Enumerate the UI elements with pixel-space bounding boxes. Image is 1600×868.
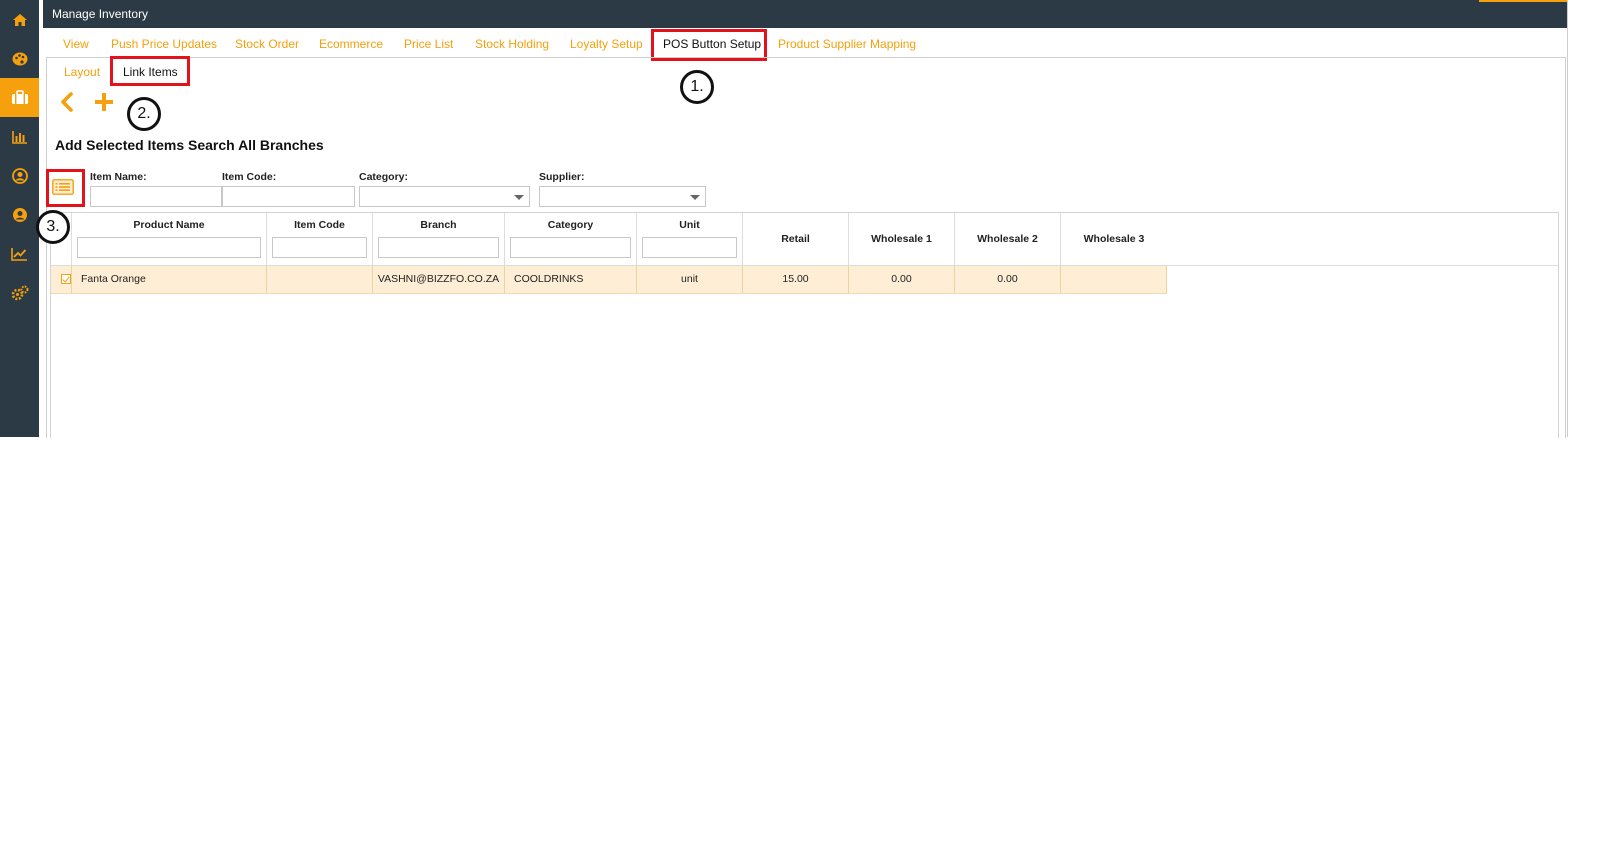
add-button[interactable] [95,93,113,114]
dropdown-caret-icon [514,195,524,200]
sidebar-item-users[interactable] [0,195,39,234]
checkbox-checked-icon[interactable] [61,274,71,284]
unit-filter-input[interactable] [642,237,737,258]
cell-branch: VASHNI@BIZZFO.CO.ZA [373,266,505,293]
sidebar-item-reports[interactable] [0,117,39,156]
title-accent [1479,0,1567,2]
sidebar-item-palette[interactable] [0,39,39,78]
column-header-label: Category [547,219,594,231]
add-selected-items-button[interactable]: Add Selected Items [55,137,184,153]
dropdown-caret-icon [690,195,700,200]
title-bar: Manage Inventory [43,0,1567,28]
item-code-filter-input[interactable] [272,237,367,258]
highlight-box-list-view [46,169,85,207]
chevron-left-icon [61,92,73,112]
column-category: Category [505,213,637,265]
tab-stock-holding[interactable]: Stock Holding [475,37,549,51]
column-unit: Unit [637,213,743,265]
supplier-label: Supplier: [539,171,585,183]
column-header-label: Wholesale 1 [871,233,932,245]
category-label: Category: [359,171,409,183]
sidebar [0,0,39,437]
cell-retail: 15.00 [743,266,849,293]
bar-chart-icon [11,130,27,144]
callout-1: 1. [680,70,714,104]
palette-icon [12,52,27,65]
cell-item-code [267,266,373,293]
column-header-label: Product Name [133,219,205,231]
cell-wholesale-3 [1061,266,1167,293]
item-name-label: Item Name: [90,171,147,183]
top-tab-bar: View Push Price Updates Stock Order Ecom… [43,28,1567,61]
product-name-filter-input[interactable] [77,237,261,258]
column-header-label: Item Code [294,219,345,231]
sidebar-item-analytics[interactable] [0,234,39,273]
supplier-select[interactable] [539,186,706,207]
column-header-label: Wholesale 2 [977,233,1038,245]
sidebar-item-settings[interactable] [0,273,39,312]
subtab-layout[interactable]: Layout [64,65,100,79]
cell-wholesale-1: 0.00 [849,266,955,293]
column-wholesale-3: Wholesale 3 [1061,213,1167,265]
home-icon [12,13,27,26]
branch-filter-input[interactable] [378,237,499,258]
callout-3: 3. [36,210,70,244]
column-retail: Retail [743,213,849,265]
tab-price-list[interactable]: Price List [404,37,453,51]
item-name-input[interactable] [90,186,222,207]
items-grid: Product Name Item Code Branch Category U… [50,212,1559,438]
column-header-label: Unit [679,219,700,231]
cell-unit: unit [637,266,743,293]
user-icon [12,207,27,222]
callout-2: 2. [127,97,161,131]
window-title: Manage Inventory [52,7,149,21]
gears-icon [11,285,28,300]
column-branch: Branch [373,213,505,265]
column-header-label: Wholesale 3 [1083,233,1145,245]
tab-push-price-updates[interactable]: Push Price Updates [111,37,217,51]
row-select-cell[interactable] [51,266,72,293]
highlight-box-link-items [110,56,190,86]
tab-product-supplier-mapping[interactable]: Product Supplier Mapping [778,37,916,51]
cell-wholesale-2: 0.00 [955,266,1061,293]
tab-ecommerce[interactable]: Ecommerce [319,37,383,51]
column-item-code: Item Code [267,213,373,265]
main-window: Manage Inventory View Push Price Updates… [43,0,1568,438]
tab-stock-order[interactable]: Stock Order [235,37,299,51]
sidebar-item-inventory[interactable] [0,78,39,117]
briefcase-icon [11,90,28,104]
tab-view[interactable]: View [63,37,89,51]
table-row[interactable]: Fanta Orange VASHNI@BIZZFO.CO.ZA COOLDRI… [51,266,1167,294]
sidebar-item-customers[interactable] [0,156,39,195]
column-header-label: Branch [420,219,457,231]
back-button[interactable] [59,92,75,115]
cell-product-name: Fanta Orange [72,266,267,293]
sidebar-item-home[interactable] [0,0,39,39]
plus-icon [95,93,113,111]
line-chart-icon [11,247,27,261]
category-select[interactable] [359,186,530,207]
item-code-label: Item Code: [222,171,277,183]
cell-category: COOLDRINKS [505,266,637,293]
tab-loyalty-setup[interactable]: Loyalty Setup [570,37,643,51]
category-filter-input[interactable] [510,237,631,258]
item-code-input[interactable] [222,186,355,207]
column-wholesale-1: Wholesale 1 [849,213,955,265]
user-circle-icon [11,167,28,184]
search-all-branches-button[interactable]: Search All Branches [188,137,324,153]
column-header-label: Retail [781,233,810,245]
column-wholesale-2: Wholesale 2 [955,213,1061,265]
column-product-name: Product Name [72,213,267,265]
